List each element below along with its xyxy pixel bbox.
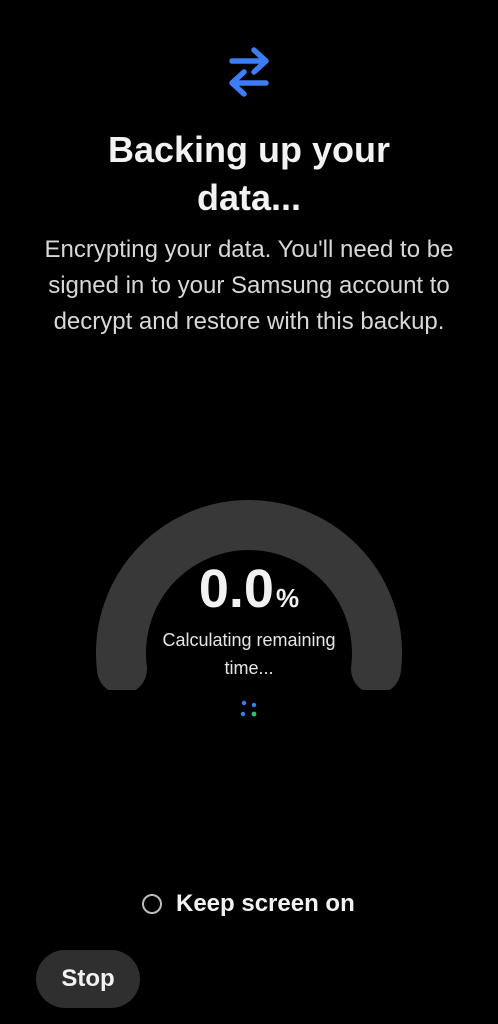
transfer-arrows-icon bbox=[229, 47, 269, 97]
backup-description: Encrypting your data. You'll need to be … bbox=[44, 236, 454, 335]
keep-screen-on-label: Keep screen on bbox=[176, 890, 355, 917]
remaining-time-status: Calculating remaining time... bbox=[140, 626, 358, 682]
page-title-line-2: data... bbox=[196, 177, 302, 218]
keep-screen-on-radio[interactable] bbox=[142, 894, 162, 914]
progress-percent: 0.0% bbox=[0, 558, 498, 620]
progress-percent-unit: % bbox=[275, 583, 300, 613]
stop-button[interactable]: Stop bbox=[36, 950, 140, 1008]
page-title: Backing up your data... bbox=[0, 126, 498, 222]
page-title-line-1: Backing up your bbox=[107, 129, 391, 170]
keep-screen-on-option[interactable]: Keep screen on bbox=[142, 886, 355, 922]
progress-percent-value: 0.0 bbox=[198, 559, 274, 619]
remaining-time-line-2: time... bbox=[224, 658, 274, 678]
loading-spinner-icon bbox=[240, 700, 257, 717]
remaining-time-line-1: Calculating remaining bbox=[162, 630, 336, 650]
